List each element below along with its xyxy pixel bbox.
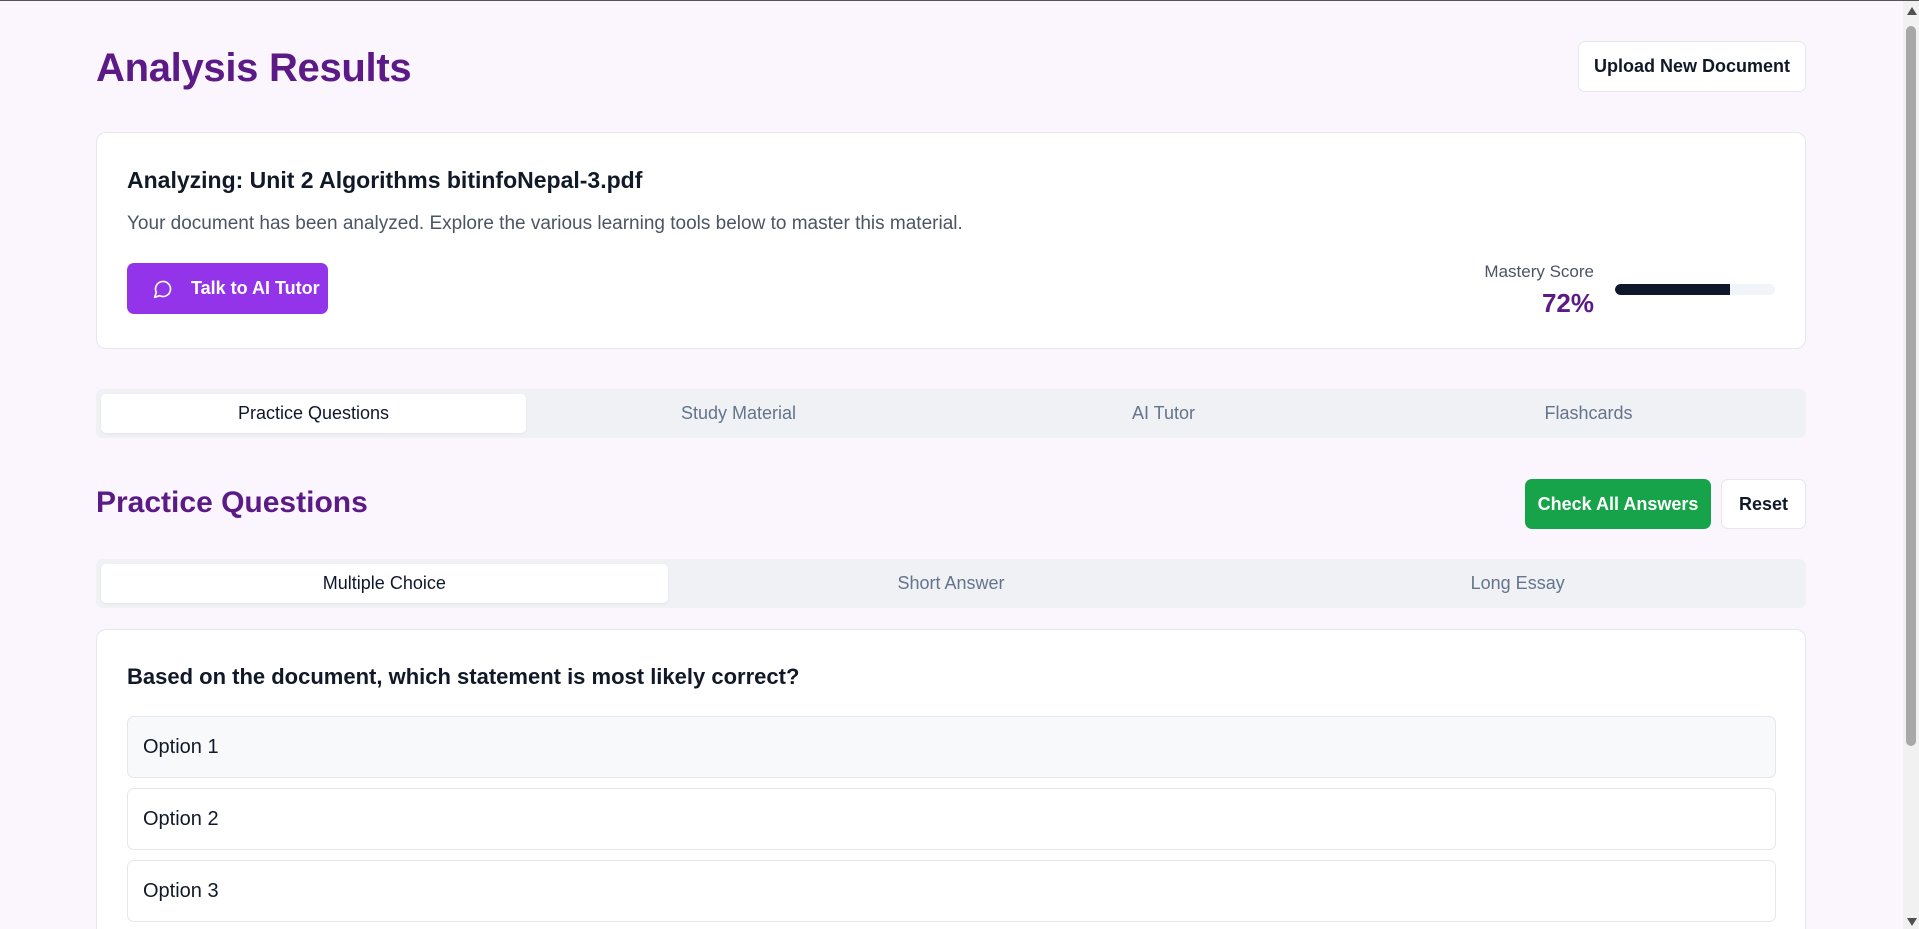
reset-button[interactable]: Reset — [1721, 479, 1806, 529]
scroll-up-arrow-icon[interactable] — [1907, 7, 1917, 15]
section-title: Practice Questions — [96, 486, 368, 519]
analysis-description: Your document has been analyzed. Explore… — [127, 213, 963, 234]
talk-to-ai-tutor-label: Talk to AI Tutor — [191, 278, 320, 298]
header: Analysis Results Upload New Document — [96, 40, 1806, 96]
question-type-tabs: Multiple Choice Short Answer Long Essay — [96, 559, 1806, 608]
tab-short-answer[interactable]: Short Answer — [668, 564, 1235, 603]
main-tabs: Practice Questions Study Material AI Tut… — [96, 389, 1806, 438]
check-all-answers-button[interactable]: Check All Answers — [1525, 479, 1711, 529]
mastery-score-label: Mastery Score — [1484, 262, 1594, 281]
upload-new-document-button[interactable]: Upload New Document — [1578, 41, 1806, 92]
page: Analysis Results Upload New Document Ana… — [0, 0, 1919, 929]
talk-to-ai-tutor-button[interactable]: Talk to AI Tutor — [127, 263, 328, 314]
vertical-scrollbar[interactable] — [1903, 1, 1919, 929]
practice-questions-header: Practice Questions Check All Answers Res… — [96, 478, 1806, 530]
question-text: Based on the document, which statement i… — [127, 664, 800, 689]
answer-option[interactable]: Option 3 — [127, 860, 1776, 922]
answer-option[interactable]: Option 1 — [127, 716, 1776, 778]
tab-long-essay[interactable]: Long Essay — [1234, 564, 1801, 603]
message-circle-icon — [153, 279, 173, 299]
scroll-down-arrow-icon[interactable] — [1907, 918, 1917, 926]
page-title: Analysis Results — [96, 46, 412, 90]
analysis-card: Analyzing: Unit 2 Algorithms bitinfoNepa… — [96, 132, 1806, 349]
question-card: Based on the document, which statement i… — [96, 629, 1806, 929]
tab-multiple-choice[interactable]: Multiple Choice — [101, 564, 668, 603]
tab-practice-questions[interactable]: Practice Questions — [101, 394, 526, 433]
scrollbar-thumb[interactable] — [1906, 26, 1916, 746]
answer-option[interactable]: Option 2 — [127, 788, 1776, 850]
mastery-progress-fill — [1615, 284, 1731, 295]
tab-flashcards[interactable]: Flashcards — [1376, 394, 1801, 433]
mastery-score-value: 72% — [1541, 288, 1594, 318]
mastery-progress-bar — [1615, 284, 1775, 295]
analyzing-title: Analyzing: Unit 2 Algorithms bitinfoNepa… — [127, 167, 643, 193]
tab-study-material[interactable]: Study Material — [526, 394, 951, 433]
tab-ai-tutor[interactable]: AI Tutor — [951, 394, 1376, 433]
